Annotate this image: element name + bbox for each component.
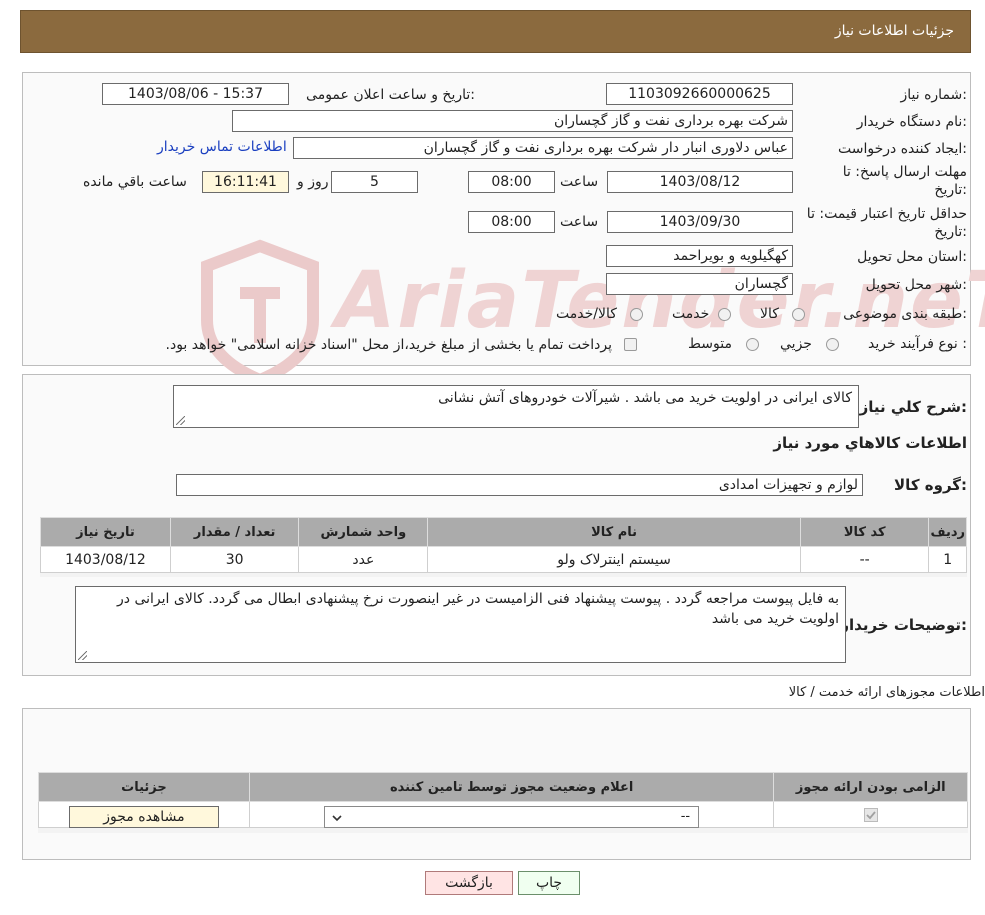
category-radio-service[interactable] bbox=[718, 308, 731, 321]
goods-group-field: لوازم و تجهیزات امدادی bbox=[176, 474, 863, 496]
goods-table-header: رديف کد کالا نام کالا واحد شمارش تعداد /… bbox=[40, 517, 967, 547]
deadline-time-field: 08:00 bbox=[468, 171, 555, 193]
watermark-logo-icon bbox=[201, 239, 319, 387]
process-radio-medium[interactable] bbox=[746, 338, 759, 351]
table-row: -- مشاهده مجوز bbox=[38, 801, 968, 828]
col-unit: واحد شمارش bbox=[298, 517, 429, 547]
permit-status-value: -- bbox=[680, 808, 691, 824]
delivery-province-label: استان محل تحویل: bbox=[857, 249, 967, 265]
announce-datetime-field: 1403/08/06 - 15:37 bbox=[102, 83, 289, 105]
cell-permit-required bbox=[773, 801, 968, 828]
col-row: رديف bbox=[928, 517, 967, 547]
permits-table-header: الزامی بودن ارائه مجوز اعلام وضعیت مجوز … bbox=[38, 772, 968, 802]
buyer-org-label: نام دستگاه خریدار: bbox=[856, 114, 967, 130]
price-validity-label-date: تاریخ: bbox=[934, 224, 967, 240]
cell-permit-status: -- bbox=[248, 801, 775, 828]
treasury-payment-note: پرداخت تمام یا بخشی از مبلغ خرید،از محل … bbox=[165, 337, 612, 353]
deadline-date-field: 1403/08/12 bbox=[607, 171, 793, 193]
buyer-notes-text: به فایل پیوست مراجعه گردد . پیوست پیشنها… bbox=[117, 591, 839, 627]
goods-table: رديف کد کالا نام کالا واحد شمارش تعداد /… bbox=[40, 517, 967, 573]
resize-handle-icon[interactable] bbox=[176, 416, 185, 425]
category-option-service: خدمت bbox=[672, 306, 710, 322]
request-creator-label: ایجاد کننده درخواست: bbox=[838, 141, 967, 157]
watermark-text: AriaTender.neT bbox=[335, 256, 985, 346]
goods-group-label: گروه کالا: bbox=[894, 476, 967, 494]
category-option-goods-service: کالا/خدمت bbox=[556, 306, 617, 322]
delivery-city-label: شهر محل تحویل: bbox=[865, 277, 967, 293]
time-remaining-label: ساعت باقي مانده bbox=[83, 174, 187, 190]
print-button[interactable]: چاپ bbox=[518, 871, 580, 895]
deadline-label-date: تاریخ: bbox=[934, 182, 967, 198]
col-date: تاریخ نیاز bbox=[40, 517, 171, 547]
permits-section-title: اطلاعات مجوزهای ارائه خدمت / کالا bbox=[788, 685, 985, 700]
process-option-medium: متوسط bbox=[688, 336, 732, 352]
price-validity-time-field: 08:00 bbox=[468, 211, 555, 233]
delivery-city-field: گچساران bbox=[606, 273, 793, 295]
price-validity-time-label: ساعت bbox=[560, 214, 599, 230]
view-permit-button[interactable]: مشاهده مجوز bbox=[68, 805, 219, 828]
days-remaining-field: 5 bbox=[331, 171, 418, 193]
chevron-down-icon bbox=[332, 814, 342, 821]
cell-qty: 30 bbox=[169, 546, 300, 573]
col-permit-details: جزئیات bbox=[38, 772, 250, 802]
col-code: کد کالا bbox=[799, 517, 930, 547]
category-option-goods: کالا bbox=[760, 306, 779, 322]
price-validity-label: حداقل تاریخ اعتبار قیمت: تا bbox=[806, 206, 967, 222]
permits-table-wrapper: الزامی بودن ارائه مجوز اعلام وضعیت مجوز … bbox=[38, 772, 968, 833]
general-description-field: کالای ایرانی در اولویت خرید می باشد . شی… bbox=[173, 385, 859, 428]
col-name: نام کالا bbox=[427, 517, 801, 547]
buyer-notes-field: به فایل پیوست مراجعه گردد . پیوست پیشنها… bbox=[75, 586, 846, 663]
treasury-payment-checkbox[interactable] bbox=[624, 338, 637, 351]
col-permit-required: الزامی بودن ارائه مجوز bbox=[773, 772, 968, 802]
cell-unit: عدد bbox=[298, 546, 429, 573]
purchase-process-label: نوع فرآیند خرید : bbox=[868, 336, 967, 352]
process-radio-minor[interactable] bbox=[826, 338, 839, 351]
permit-status-select[interactable]: -- bbox=[324, 805, 700, 828]
subject-category-label: طبقه بندی موضوعی: bbox=[843, 306, 967, 322]
page-header: جزئیات اطلاعات نیاز bbox=[20, 10, 971, 53]
deadline-label: مهلت ارسال پاسخ: تا bbox=[842, 164, 967, 180]
need-number-label: شماره نیاز: bbox=[900, 87, 967, 103]
buyer-contact-link[interactable]: اطلاعات تماس خریدار bbox=[157, 139, 287, 155]
cell-code: -- bbox=[799, 546, 930, 573]
category-radio-goods-service[interactable] bbox=[630, 308, 643, 321]
price-validity-date-field: 1403/09/30 bbox=[607, 211, 793, 233]
page-title: جزئیات اطلاعات نیاز bbox=[834, 23, 954, 39]
table-row: 1 -- سیستم اینترلاک ولو عدد 30 1403/08/1… bbox=[40, 546, 967, 573]
category-radio-goods[interactable] bbox=[792, 308, 805, 321]
cell-row: 1 bbox=[928, 546, 967, 573]
time-remaining-field: 16:11:41 bbox=[202, 171, 289, 193]
cell-date: 1403/08/12 bbox=[40, 546, 171, 573]
resize-handle-icon[interactable] bbox=[78, 651, 87, 660]
delivery-province-field: کهگیلویه و بویراحمد bbox=[606, 245, 793, 267]
col-permit-status: اعلام وضعیت مجوز توسط تامین کننده bbox=[248, 772, 775, 802]
request-creator-field: عباس دلاوری انبار دار شرکت بهره برداری ن… bbox=[293, 137, 793, 159]
general-description-text: کالای ایرانی در اولویت خرید می باشد . شی… bbox=[438, 390, 852, 406]
deadline-time-label: ساعت bbox=[560, 174, 599, 190]
days-word-label: روز و bbox=[297, 174, 329, 190]
cell-name: سیستم اینترلاک ولو bbox=[427, 546, 801, 573]
announce-datetime-label: تاریخ و ساعت اعلان عمومی: bbox=[306, 87, 475, 103]
permit-required-checkbox[interactable] bbox=[863, 807, 878, 822]
buyer-org-field: شرکت بهره برداری نفت و گاز گچساران bbox=[232, 110, 793, 132]
general-description-label: شرح کلي نياز: bbox=[859, 398, 967, 416]
back-button[interactable]: بازگشت bbox=[425, 871, 513, 895]
cell-permit-details: مشاهده مجوز bbox=[38, 801, 250, 828]
goods-table-wrapper: رديف کد کالا نام کالا واحد شمارش تعداد /… bbox=[40, 517, 967, 577]
checkmark-icon bbox=[866, 810, 876, 819]
permits-table: الزامی بودن ارائه مجوز اعلام وضعیت مجوز … bbox=[38, 772, 968, 828]
goods-info-title: اطلاعات کالاهاي مورد نياز bbox=[773, 434, 967, 452]
col-qty: تعداد / مقدار bbox=[169, 517, 300, 547]
process-option-minor: جزیي bbox=[780, 336, 812, 352]
need-number-field: 1103092660000625 bbox=[606, 83, 793, 105]
buyer-notes-label: توضیحات خریدار: bbox=[840, 616, 967, 634]
